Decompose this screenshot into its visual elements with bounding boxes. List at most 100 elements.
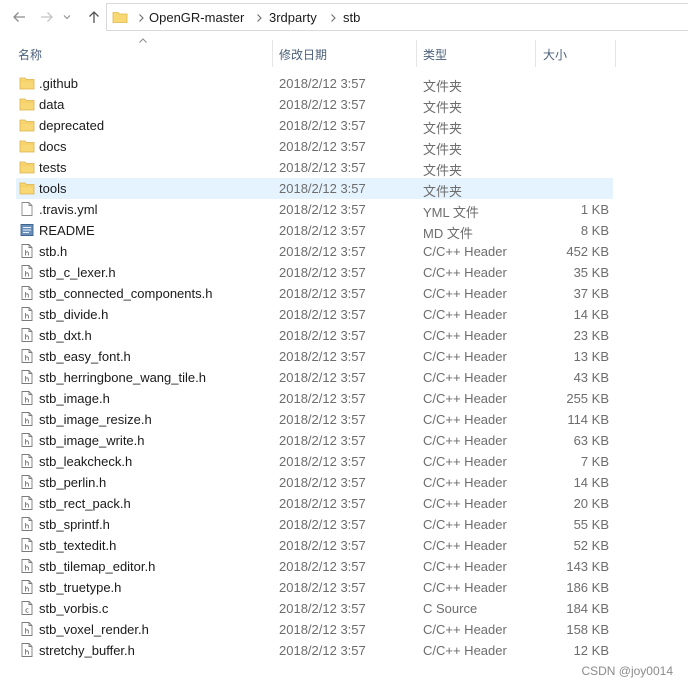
file-name[interactable]: stb_connected_components.h (39, 286, 212, 301)
file-name[interactable]: stb_perlin.h (39, 475, 106, 490)
file-row[interactable]: h stb_tilemap_editor.h 2018/2/12 3:57 C/C++… (0, 556, 688, 577)
file-name[interactable]: stb_vorbis.c (39, 601, 108, 616)
file-date: 2018/2/12 3:57 (279, 412, 366, 427)
file-size: 14 KB (573, 475, 609, 490)
file-name[interactable]: tests (39, 160, 66, 175)
file-row[interactable]: h stb_sprintf.h 2018/2/12 3:57 C/C++ Header… (0, 514, 688, 535)
file-name[interactable]: deprecated (39, 118, 104, 133)
file-name[interactable]: README (39, 223, 95, 238)
folder-row[interactable]: docs 2018/2/12 3:57 文件夹 (0, 136, 688, 157)
file-name[interactable]: stb_dxt.h (39, 328, 92, 343)
file-name[interactable]: stb_divide.h (39, 307, 108, 322)
chevron-right-icon (331, 14, 336, 22)
file-name[interactable]: stb_voxel_render.h (39, 622, 149, 637)
column-header-row: 名称 修改日期 类型 大小 (0, 40, 688, 67)
column-header-size[interactable]: 大小 (543, 46, 567, 63)
file-name[interactable]: stb.h (39, 244, 67, 259)
file-date: 2018/2/12 3:57 (279, 181, 366, 196)
file-name[interactable]: data (39, 97, 64, 112)
file-name[interactable]: stb_textedit.h (39, 538, 116, 553)
file-row[interactable]: h stb_dxt.h 2018/2/12 3:57 C/C++ Header 23 K… (0, 325, 688, 346)
header-file-icon: h (19, 285, 35, 301)
file-date: 2018/2/12 3:57 (279, 643, 366, 658)
file-size: 12 KB (573, 643, 609, 658)
header-file-icon: h (19, 369, 35, 385)
svg-text:h: h (25, 439, 29, 447)
file-row[interactable]: h stb_leakcheck.h 2018/2/12 3:57 C/C++ Head… (0, 451, 688, 472)
breadcrumb-item[interactable]: OpenGR-master (149, 10, 244, 25)
column-header-date[interactable]: 修改日期 (279, 46, 327, 63)
folder-row[interactable]: deprecated 2018/2/12 3:57 文件夹 (0, 115, 688, 136)
file-row[interactable]: .travis.yml 2018/2/12 3:57 YML 文件 1 KB (0, 199, 688, 220)
file-row[interactable]: h stretchy_buffer.h 2018/2/12 3:57 C/C++ He… (0, 640, 688, 661)
address-bar[interactable]: OpenGR-master 3rdparty stb (106, 3, 688, 31)
back-button[interactable] (8, 6, 30, 28)
file-row[interactable]: h stb_divide.h 2018/2/12 3:57 C/C++ Header 1… (0, 304, 688, 325)
column-divider[interactable] (416, 40, 417, 67)
header-file-icon: h (19, 327, 35, 343)
file-row[interactable]: h stb_connected_components.h 2018/2/12 3:5… (0, 283, 688, 304)
folder-row[interactable]: .github 2018/2/12 3:57 文件夹 (0, 73, 688, 94)
file-size: 186 KB (566, 580, 609, 595)
folder-row[interactable]: tools 2018/2/12 3:57 文件夹 (0, 178, 688, 199)
file-name[interactable]: stb_image_write.h (39, 433, 145, 448)
file-date: 2018/2/12 3:57 (279, 139, 366, 154)
file-row[interactable]: h stb_voxel_render.h 2018/2/12 3:57 C/C++ H… (0, 619, 688, 640)
file-row[interactable]: README 2018/2/12 3:57 MD 文件 8 KB (0, 220, 688, 241)
file-row[interactable]: c stb_vorbis.c 2018/2/12 3:57 C Source 184 K… (0, 598, 688, 619)
breadcrumb-item[interactable]: stb (343, 10, 360, 25)
column-divider[interactable] (615, 40, 616, 67)
file-type: C/C++ Header (423, 349, 507, 364)
header-file-icon: h (19, 453, 35, 469)
recent-locations-button[interactable] (60, 6, 74, 28)
folder-icon (19, 159, 35, 175)
file-row[interactable]: h stb_perlin.h 2018/2/12 3:57 C/C++ Header 1… (0, 472, 688, 493)
file-name[interactable]: stb_sprintf.h (39, 517, 110, 532)
svg-text:h: h (25, 628, 29, 636)
header-file-icon: h (19, 621, 35, 637)
file-date: 2018/2/12 3:57 (279, 517, 366, 532)
file-row[interactable]: h stb_rect_pack.h 2018/2/12 3:57 C/C++ Head… (0, 493, 688, 514)
file-row[interactable]: h stb_image_write.h 2018/2/12 3:57 C/C++ He… (0, 430, 688, 451)
file-name[interactable]: tools (39, 181, 66, 196)
file-row[interactable]: h stb_truetype.h 2018/2/12 3:57 C/C++ Heade… (0, 577, 688, 598)
file-name[interactable]: stb_rect_pack.h (39, 496, 131, 511)
breadcrumb-item[interactable]: 3rdparty (269, 10, 317, 25)
folder-row[interactable]: data 2018/2/12 3:57 文件夹 (0, 94, 688, 115)
file-name[interactable]: stretchy_buffer.h (39, 643, 135, 658)
file-name[interactable]: stb_easy_font.h (39, 349, 131, 364)
back-arrow-icon (13, 12, 25, 22)
file-name[interactable]: stb_leakcheck.h (39, 454, 132, 469)
up-button[interactable] (83, 6, 105, 28)
column-divider[interactable] (272, 40, 273, 67)
file-row[interactable]: h stb_herringbone_wang_tile.h 2018/2/12 3:… (0, 367, 688, 388)
column-header-type[interactable]: 类型 (423, 46, 447, 63)
file-row[interactable]: h stb_image_resize.h 2018/2/12 3:57 C/C++ H… (0, 409, 688, 430)
file-name[interactable]: stb_image.h (39, 391, 110, 406)
file-name[interactable]: stb_truetype.h (39, 580, 121, 595)
column-divider[interactable] (535, 40, 536, 67)
folder-icon (112, 12, 128, 23)
svg-text:h: h (25, 649, 29, 657)
file-type: C/C++ Header (423, 454, 507, 469)
forward-button[interactable] (36, 6, 58, 28)
file-name[interactable]: stb_tilemap_editor.h (39, 559, 155, 574)
file-row[interactable]: h stb_textedit.h 2018/2/12 3:57 C/C++ Heade… (0, 535, 688, 556)
file-name[interactable]: .github (39, 76, 78, 91)
column-header-name[interactable]: 名称 (18, 46, 42, 63)
file-name[interactable]: .travis.yml (39, 202, 98, 217)
file-type: C/C++ Header (423, 370, 507, 385)
file-date: 2018/2/12 3:57 (279, 223, 366, 238)
file-date: 2018/2/12 3:57 (279, 97, 366, 112)
file-name[interactable]: stb_herringbone_wang_tile.h (39, 370, 206, 385)
file-name[interactable]: docs (39, 139, 66, 154)
file-row[interactable]: h stb.h 2018/2/12 3:57 C/C++ Header 452 KB (0, 241, 688, 262)
file-row[interactable]: h stb_easy_font.h 2018/2/12 3:57 C/C++ Head… (0, 346, 688, 367)
folder-row[interactable]: tests 2018/2/12 3:57 文件夹 (0, 157, 688, 178)
file-name[interactable]: stb_image_resize.h (39, 412, 152, 427)
header-file-icon: h (19, 579, 35, 595)
file-row[interactable]: h stb_image.h 2018/2/12 3:57 C/C++ Header 25… (0, 388, 688, 409)
file-row[interactable]: h stb_c_lexer.h 2018/2/12 3:57 C/C++ Header… (0, 262, 688, 283)
file-name[interactable]: stb_c_lexer.h (39, 265, 116, 280)
file-type: C/C++ Header (423, 538, 507, 553)
